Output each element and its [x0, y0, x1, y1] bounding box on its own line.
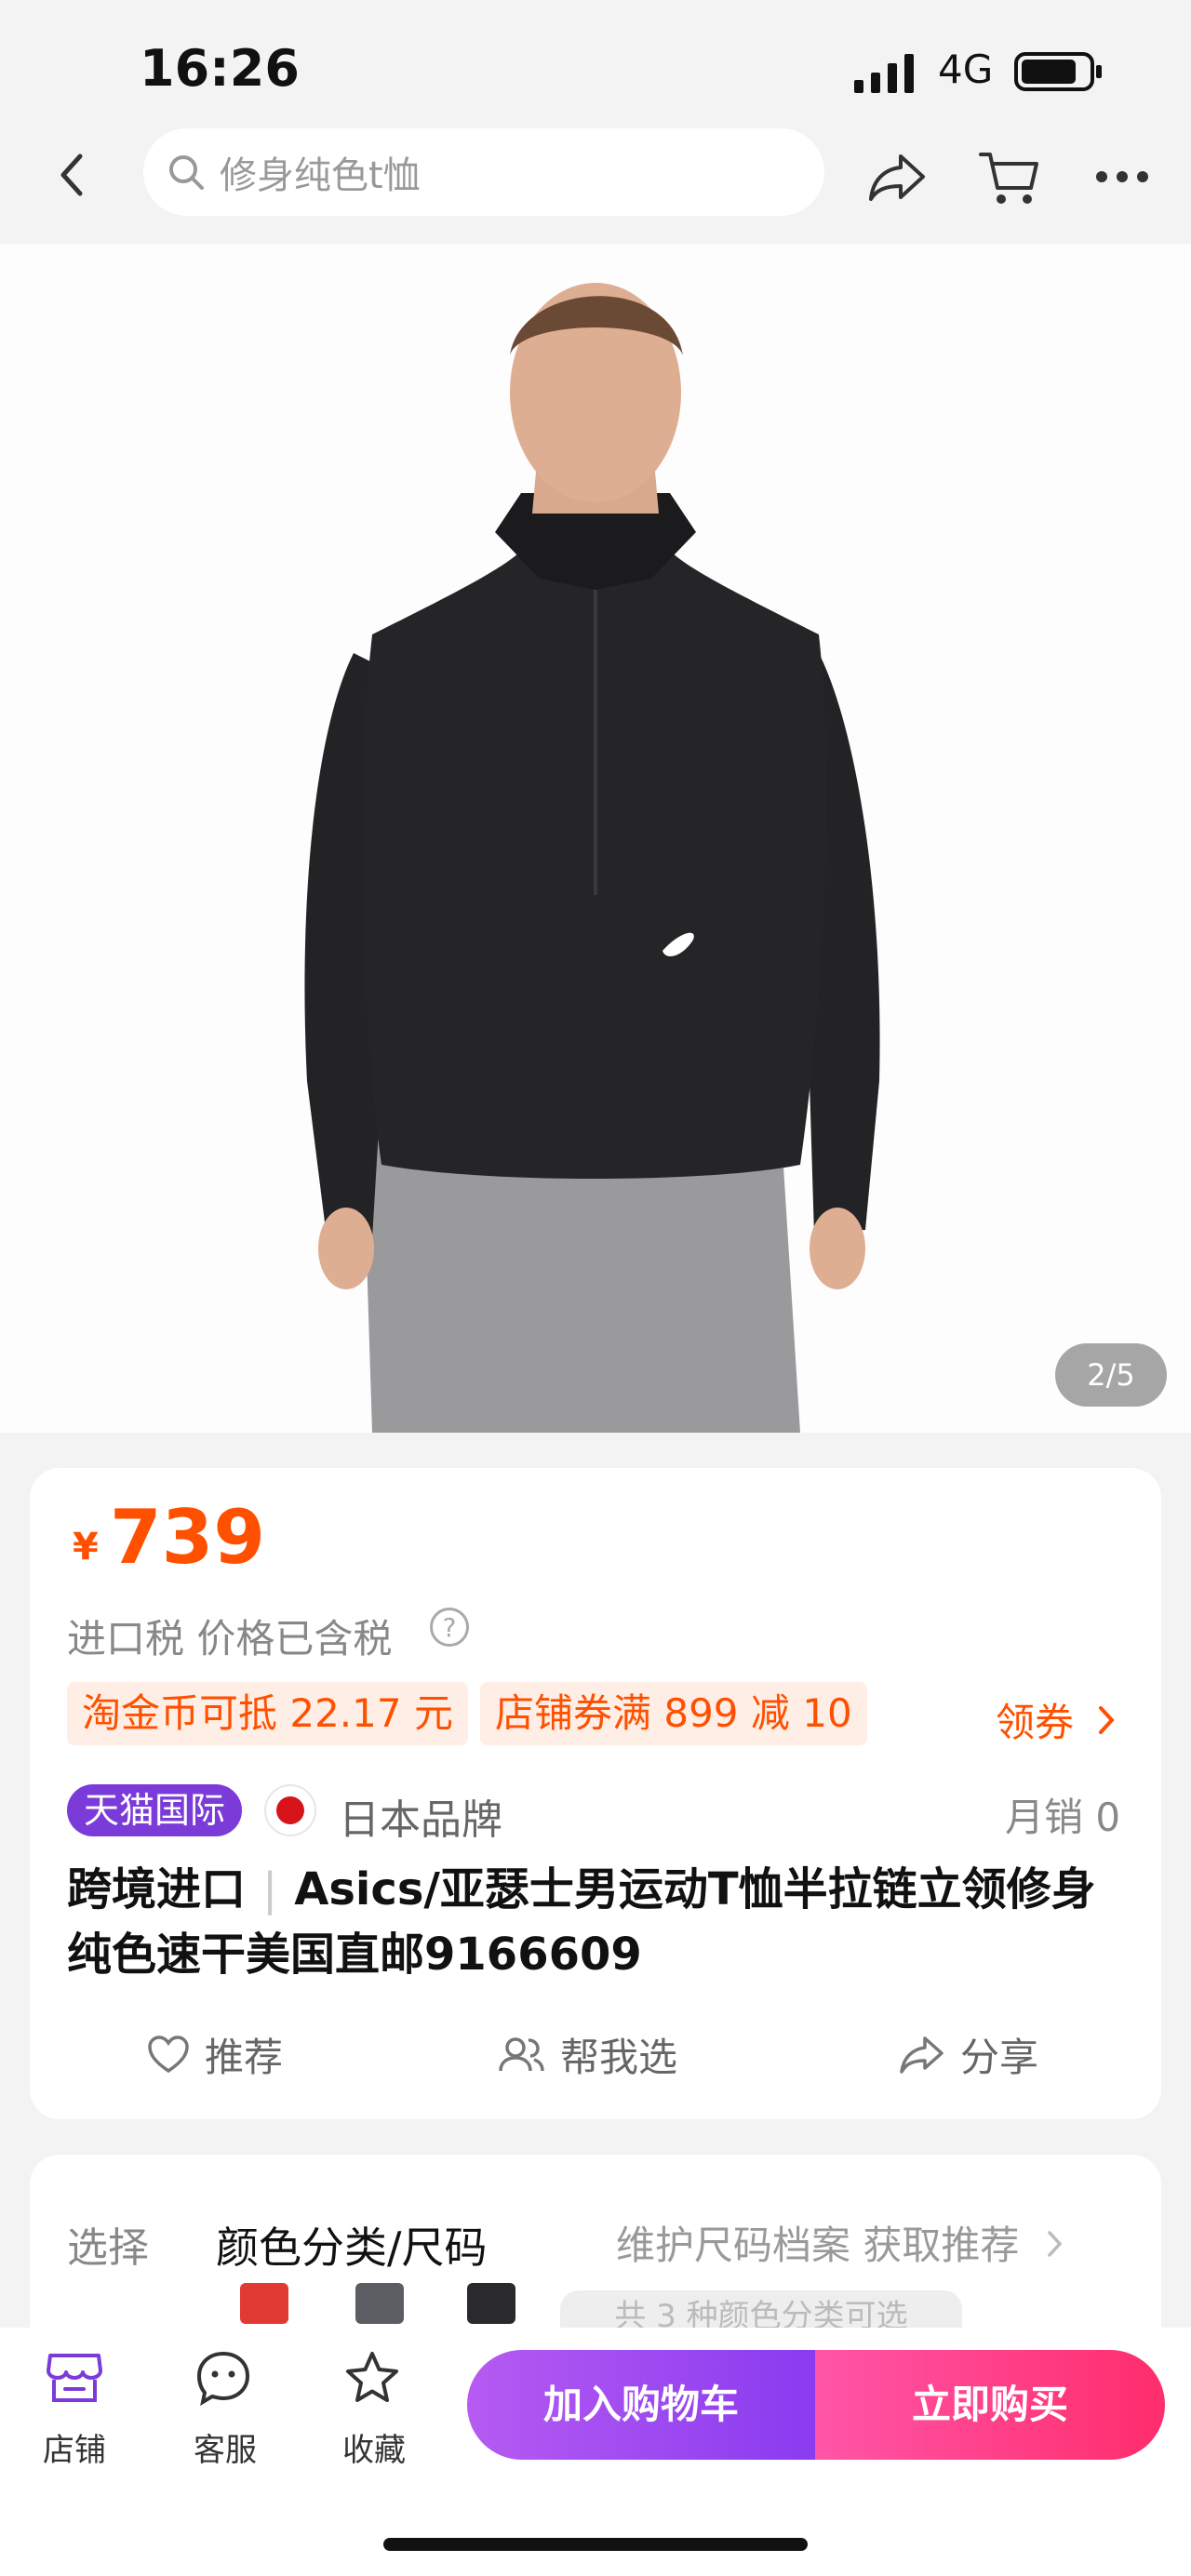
selection-value: 颜色分类/尺码: [216, 2222, 488, 2273]
price-symbol: ¥: [73, 1526, 99, 1568]
coin-discount-chip[interactable]: 淘金币可抵 22.17 元: [67, 1682, 468, 1745]
product-image[interactable]: [0, 244, 1191, 1433]
title-prefix: 跨境进口: [67, 1863, 247, 1915]
chevron-right-icon: [1045, 2222, 1065, 2257]
status-time: 16:26: [140, 39, 300, 98]
product-title: 跨境进口 | Asics/亚瑟士男运动T恤半拉链立领修身纯色速干美国直邮916660…: [67, 1857, 1124, 1987]
chevron-right-icon: [1095, 1700, 1117, 1734]
brand-origin: 日本品牌: [339, 1796, 502, 1844]
variants-note: 共 3 种颜色分类可选: [560, 2290, 962, 2328]
chat-icon: [196, 2351, 250, 2406]
shop-label: 店铺: [43, 2432, 106, 2469]
share-label: 分享: [960, 2035, 1039, 2080]
home-indicator: [383, 2538, 808, 2551]
variant-thumb-red[interactable]: [240, 2283, 288, 2324]
price-amount: 739: [110, 1494, 265, 1581]
add-to-cart-button[interactable]: 加入购物车: [467, 2350, 815, 2460]
back-icon[interactable]: [52, 149, 93, 201]
shop-icon: [47, 2354, 102, 2402]
gallery-pager: 2/5: [1055, 1343, 1167, 1407]
variant-thumb-black[interactable]: [467, 2283, 515, 2324]
favorite-label: 收藏: [342, 2432, 406, 2469]
more-icon[interactable]: [1094, 167, 1150, 186]
selection-label: 选择: [67, 2224, 149, 2272]
network-label: 4G: [938, 47, 994, 92]
share-button[interactable]: 分享: [899, 2026, 1038, 2083]
tmall-international-badge: 天猫国际: [67, 1784, 243, 1836]
cart-icon[interactable]: [977, 147, 1042, 208]
get-coupon-label: 领券: [996, 1700, 1075, 1745]
battery-icon: [1014, 50, 1104, 93]
help-choose-label: 帮我选: [560, 2035, 678, 2080]
size-profile-hint-label: 维护尺码档案 获取推荐: [616, 2222, 1020, 2268]
japan-flag-icon: [264, 1784, 316, 1836]
question-icon[interactable]: ?: [430, 1608, 469, 1647]
share-icon: [900, 2035, 943, 2074]
service-tab[interactable]: 客服: [186, 2350, 261, 2471]
tax-note: 进口税 价格已含税: [67, 1616, 393, 1662]
people-icon: [499, 2036, 544, 2071]
size-profile-hint[interactable]: 维护尺码档案 获取推荐: [616, 2214, 1065, 2271]
share-icon[interactable]: [867, 149, 929, 205]
recommend-label: 推荐: [205, 2035, 284, 2080]
monthly-sales: 月销 0: [1005, 1795, 1121, 1840]
heart-icon: [148, 2035, 189, 2073]
help-choose-button[interactable]: 帮我选: [497, 2026, 677, 2083]
shop-tab[interactable]: 店铺: [37, 2350, 112, 2471]
service-label: 客服: [194, 2432, 257, 2469]
recommend-button[interactable]: 推荐: [147, 2026, 283, 2083]
buy-now-button[interactable]: 立即购买: [815, 2350, 1165, 2460]
signal-icon: [854, 52, 919, 93]
variant-thumb-gray[interactable]: [355, 2283, 404, 2324]
shop-coupon-chip[interactable]: 店铺券满 899 减 10: [480, 1682, 867, 1745]
title-separator: |: [262, 1863, 278, 1915]
search-input[interactable]: 修身纯色t恤: [143, 128, 824, 216]
star-icon: [346, 2352, 398, 2402]
favorite-tab[interactable]: 收藏: [335, 2350, 409, 2471]
search-icon: [166, 152, 207, 193]
search-placeholder: 修身纯色t恤: [220, 154, 421, 197]
get-coupon-link[interactable]: 领券: [996, 1691, 1117, 1748]
